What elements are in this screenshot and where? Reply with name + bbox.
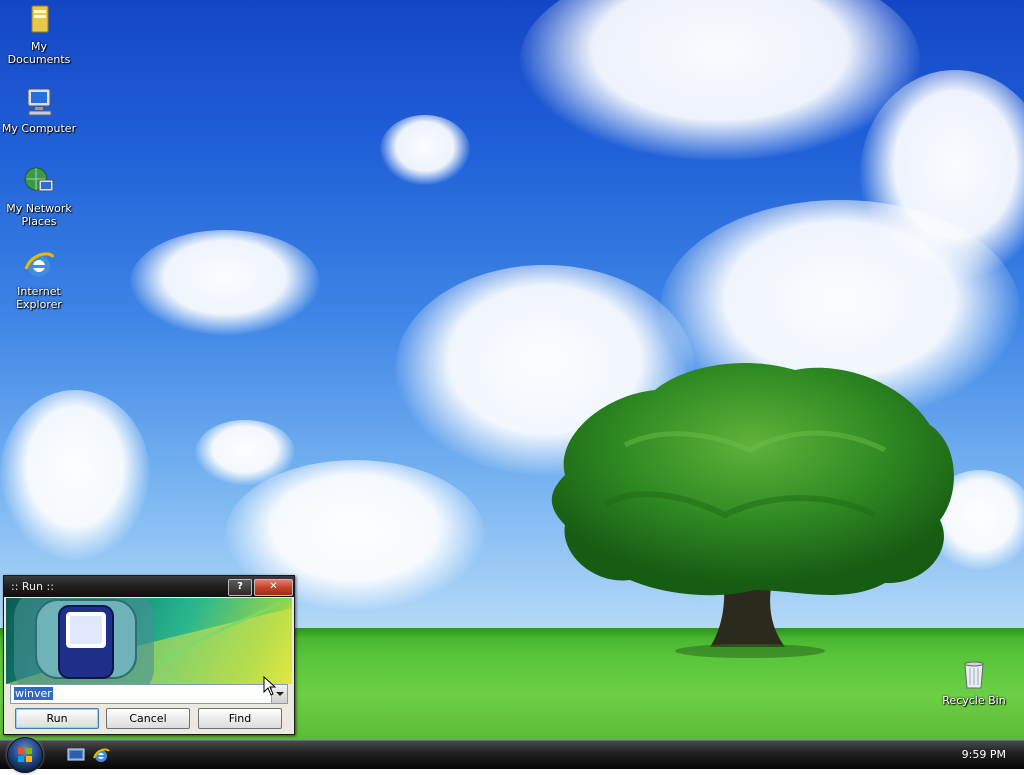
- internet-explorer-icon[interactable]: [92, 747, 110, 763]
- tree: [551, 362, 954, 658]
- internet-explorer-icon: [24, 252, 55, 277]
- run-dialog[interactable]: :: Run :: ? ✕ winver Run Cancel Find: [3, 575, 295, 735]
- run-dialog-banner: [6, 598, 292, 684]
- desktop-icon-label: My Computer: [1, 122, 77, 135]
- run-dialog-titlebar[interactable]: :: Run :: ? ✕: [4, 576, 294, 597]
- desktop-icon-label: My Documents: [7, 40, 71, 66]
- desktop-icon-label: My Network Places: [6, 202, 72, 228]
- desktop-icon-my-computer[interactable]: My Computer: [1, 86, 77, 135]
- taskbar: 9:59 PM: [0, 737, 1024, 773]
- find-button[interactable]: Find: [198, 708, 282, 729]
- desktop-icon-my-network-places[interactable]: My Network Places: [1, 166, 77, 228]
- desktop-icon-recycle-bin[interactable]: Recycle Bin: [936, 658, 1012, 707]
- windows-logo-icon: [18, 748, 32, 762]
- cancel-button[interactable]: Cancel: [106, 708, 190, 729]
- mouse-cursor-icon: [263, 676, 277, 696]
- run-dialog-title: :: Run ::: [11, 580, 54, 593]
- desktop-icon-label: Internet Explorer: [16, 285, 62, 311]
- run-banner-graphic: [6, 598, 292, 684]
- help-button[interactable]: ?: [228, 579, 252, 596]
- show-desktop-icon[interactable]: [67, 747, 85, 763]
- taskbar-clock[interactable]: 9:59 PM: [962, 748, 1006, 761]
- cloud: [130, 230, 320, 335]
- desktop-icon-label: Recycle Bin: [942, 694, 1006, 707]
- network-globe-icon: [24, 167, 54, 192]
- recycle-bin-icon: [964, 661, 984, 689]
- folder-icon: [31, 5, 49, 33]
- desktop-icon-internet-explorer[interactable]: Internet Explorer: [1, 249, 77, 311]
- computer-icon: [27, 88, 52, 116]
- run-button[interactable]: Run: [15, 708, 99, 729]
- cloud: [0, 390, 150, 560]
- close-button[interactable]: ✕: [254, 579, 293, 596]
- cloud: [380, 115, 470, 185]
- desktop-icon-my-documents[interactable]: My Documents: [1, 4, 77, 66]
- run-command-input[interactable]: winver: [14, 687, 53, 700]
- run-command-combobox[interactable]: winver: [10, 684, 288, 704]
